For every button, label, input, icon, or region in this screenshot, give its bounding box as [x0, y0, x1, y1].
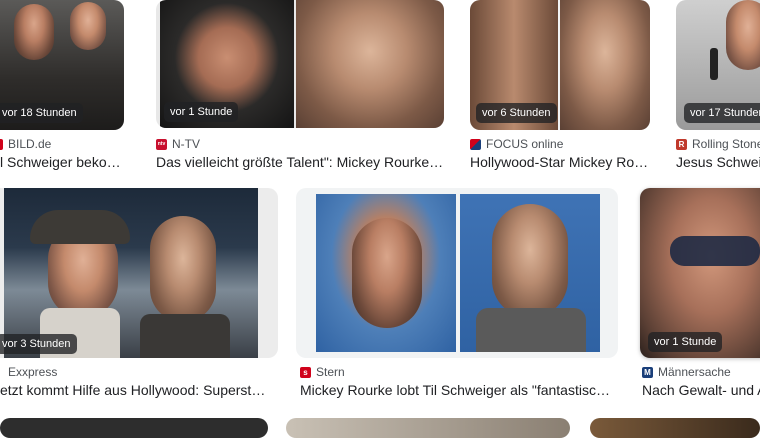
- result-thumbnail[interactable]: vor 6 Stunden: [470, 0, 650, 130]
- time-badge: vor 1 Stunde: [648, 332, 723, 352]
- result-title[interactable]: Das vielleicht größte Talent": Mickey Ro…: [156, 154, 446, 170]
- result-thumbnail[interactable]: vor 1 Stunde: [640, 188, 760, 358]
- image-result-card[interactable]: vor 6 Stunden FOCUS online Hollywood-Sta…: [466, 0, 656, 180]
- bild-favicon-icon: [0, 138, 3, 150]
- image-result-card[interactable]: vor 17 Stunden R Rolling Stone Jesus Sch…: [672, 0, 760, 180]
- time-badge: vor 18 Stunden: [0, 103, 83, 123]
- time-badge: vor 6 Stunden: [476, 103, 557, 123]
- image-result-card[interactable]: vor 1 Stunde M Männersache Nach Gewalt- …: [636, 186, 760, 398]
- result-thumbnail[interactable]: [296, 188, 618, 358]
- result-source[interactable]: Exxpress: [0, 365, 57, 379]
- result-source[interactable]: FOCUS online: [470, 137, 563, 151]
- focus-favicon-icon: [470, 138, 481, 150]
- image-result-card[interactable]: s Stern Mickey Rourke lobt Til Schweiger…: [296, 186, 622, 398]
- result-title[interactable]: Hollywood-Star Mickey Rou…: [470, 154, 650, 170]
- result-source[interactable]: BILD.de: [0, 137, 51, 151]
- time-badge: vor 17 Stunden: [684, 103, 760, 123]
- result-thumbnail[interactable]: [286, 418, 570, 438]
- result-source[interactable]: ntv N-TV: [156, 137, 200, 151]
- result-thumbnail[interactable]: vor 17 Stunden: [676, 0, 760, 130]
- ntv-favicon-icon: ntv: [156, 138, 167, 150]
- image-result-card[interactable]: vor 18 Stunden BILD.de l Schweiger bekom…: [0, 0, 140, 180]
- result-thumbnail[interactable]: [0, 418, 268, 438]
- maennersache-favicon-icon: M: [642, 366, 653, 378]
- result-source[interactable]: M Männersache: [642, 365, 731, 379]
- result-title[interactable]: Mickey Rourke lobt Til Schweiger als "fa…: [300, 382, 612, 398]
- result-thumbnail[interactable]: vor 18 Stunden: [0, 0, 124, 130]
- rolling-stone-favicon-icon: R: [676, 138, 687, 150]
- image-result-card[interactable]: vor 1 Stunde ntv N-TV Das vielleicht grö…: [152, 0, 446, 180]
- result-source[interactable]: R Rolling Stone: [676, 137, 760, 151]
- time-badge: vor 1 Stunde: [164, 102, 239, 122]
- time-badge: vor 3 Stunden: [0, 334, 77, 354]
- result-thumbnail[interactable]: vor 1 Stunde: [156, 0, 444, 128]
- result-source[interactable]: s Stern: [300, 365, 345, 379]
- image-result-card[interactable]: vor 3 Stunden Exxpress etzt kommt Hilfe …: [0, 186, 280, 398]
- result-thumbnail[interactable]: [590, 418, 760, 438]
- result-title[interactable]: Jesus Schweig…: [676, 154, 760, 170]
- result-title[interactable]: l Schweiger bekom…: [0, 154, 124, 170]
- stern-favicon-icon: s: [300, 366, 311, 378]
- exxpress-favicon-icon: [0, 366, 3, 378]
- result-thumbnail[interactable]: vor 3 Stunden: [0, 188, 278, 358]
- result-title[interactable]: Nach Gewalt- und A…: [642, 382, 760, 398]
- result-title[interactable]: etzt kommt Hilfe aus Hollywood: Supersta…: [0, 382, 270, 398]
